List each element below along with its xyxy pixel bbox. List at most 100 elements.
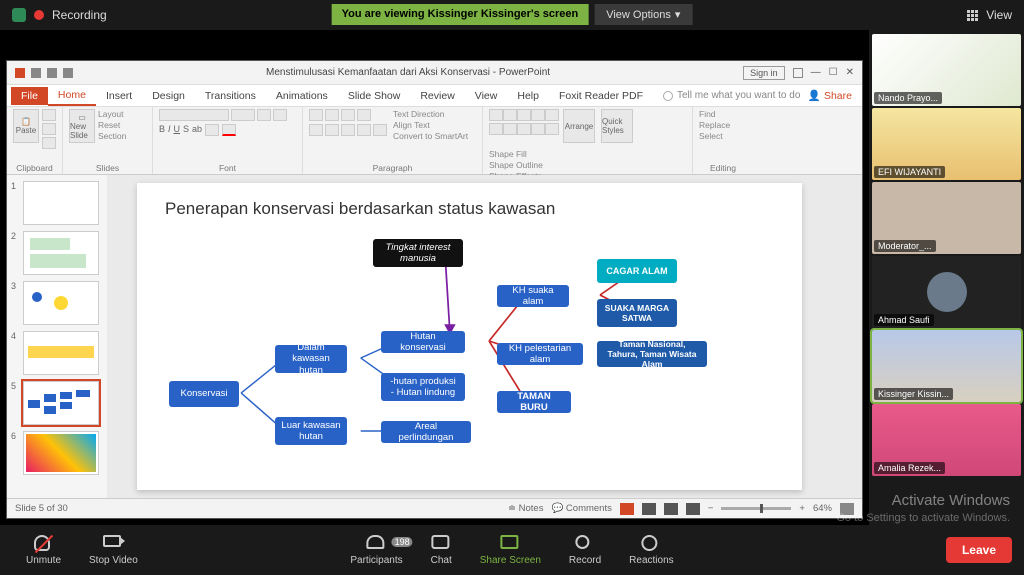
chat-button[interactable]: Chat — [417, 535, 466, 566]
strike-icon[interactable]: S — [183, 124, 189, 136]
bold-icon[interactable]: B — [159, 124, 165, 136]
slideshow-view-icon[interactable] — [686, 503, 700, 515]
slide-content[interactable]: Penerapan konservasi berdasarkan status … — [137, 183, 802, 490]
maximize-icon[interactable]: ☐ — [829, 67, 838, 78]
font-size-select[interactable] — [231, 109, 255, 121]
tab-foxit[interactable]: Foxit Reader PDF — [549, 87, 653, 105]
paste-button[interactable]: 📋Paste — [13, 109, 39, 143]
undo-icon[interactable] — [31, 68, 41, 78]
indent-inc-icon[interactable] — [357, 109, 371, 121]
save-icon[interactable] — [15, 68, 25, 78]
quick-styles-button[interactable]: Quick Styles — [601, 109, 633, 143]
shape-outline-button[interactable]: Shape Outline — [489, 160, 543, 170]
format-painter-icon[interactable] — [42, 137, 56, 149]
zoom-level[interactable]: 64% — [813, 503, 832, 514]
notes-button[interactable]: ≐ Notes — [508, 503, 543, 514]
text-direction-button[interactable]: Text Direction — [393, 109, 468, 119]
justify-icon[interactable] — [357, 124, 371, 136]
italic-icon[interactable]: I — [168, 124, 171, 136]
close-icon[interactable]: ✕ — [846, 67, 854, 78]
participants-sidebar[interactable]: Nando Prayo... EFI WIJAYANTI Moderator_.… — [869, 30, 1024, 525]
thumb-6[interactable]: 6 — [11, 431, 103, 475]
share-screen-button[interactable]: Share Screen — [466, 535, 555, 566]
zoom-out-icon[interactable]: − — [708, 503, 714, 514]
tab-help[interactable]: Help — [507, 87, 549, 105]
font-family-select[interactable] — [159, 109, 229, 121]
ribbon-options-icon[interactable] — [793, 68, 803, 78]
tab-view[interactable]: View — [465, 87, 508, 105]
font-color-icon[interactable] — [222, 124, 236, 136]
participant-tile[interactable]: Moderator_... — [872, 182, 1021, 254]
smartart-button[interactable]: Convert to SmartArt — [393, 131, 468, 141]
participant-tile[interactable]: EFI WIJAYANTI — [872, 108, 1021, 180]
arrange-button[interactable]: Arrange — [563, 109, 595, 143]
stop-video-button[interactable]: Stop Video — [75, 525, 152, 575]
redo-icon[interactable] — [47, 68, 57, 78]
slide-canvas[interactable]: Penerapan konservasi berdasarkan status … — [107, 175, 862, 498]
bullets-icon[interactable] — [309, 109, 323, 121]
participants-button[interactable]: 198 Participants — [336, 535, 416, 566]
shapes-gallery[interactable] — [489, 109, 557, 135]
thumb-1[interactable]: 1 — [11, 181, 103, 225]
thumb-3[interactable]: 3 — [11, 281, 103, 325]
encryption-shield-icon[interactable] — [12, 8, 26, 22]
tab-transitions[interactable]: Transitions — [195, 87, 266, 105]
reactions-button[interactable]: Reactions — [615, 535, 687, 566]
participant-tile[interactable]: Amalia Rezek... — [872, 404, 1021, 476]
decrease-font-icon[interactable] — [273, 109, 287, 121]
record-button[interactable]: Record — [555, 535, 615, 566]
tab-slideshow[interactable]: Slide Show — [338, 87, 411, 105]
participant-tile[interactable]: Nando Prayo... — [872, 34, 1021, 106]
sorter-view-icon[interactable] — [642, 503, 656, 515]
copy-icon[interactable] — [42, 123, 56, 135]
tab-animations[interactable]: Animations — [266, 87, 338, 105]
underline-icon[interactable]: U — [174, 124, 181, 136]
align-center-icon[interactable] — [325, 124, 339, 136]
participant-tile[interactable]: Ahmad Saufi — [872, 256, 1021, 328]
tab-insert[interactable]: Insert — [96, 87, 142, 105]
fit-to-window-icon[interactable] — [840, 503, 854, 515]
indent-dec-icon[interactable] — [341, 109, 355, 121]
minimize-icon[interactable]: — — [811, 67, 821, 78]
layout-button[interactable]: Layout — [98, 109, 126, 119]
view-label[interactable]: View — [986, 8, 1012, 22]
align-right-icon[interactable] — [341, 124, 355, 136]
cut-icon[interactable] — [42, 109, 56, 121]
line-spacing-icon[interactable] — [373, 124, 387, 136]
slide-thumbnails-pane[interactable]: 1 2 3 4 5 6 — [7, 175, 107, 498]
start-from-beginning-icon[interactable] — [63, 68, 73, 78]
new-slide-button[interactable]: ▭New Slide — [69, 109, 95, 143]
find-button[interactable]: Find — [699, 109, 716, 119]
increase-font-icon[interactable] — [257, 109, 271, 121]
zoom-in-icon[interactable]: + — [799, 503, 805, 514]
tab-review[interactable]: Review — [410, 87, 464, 105]
participant-tile-speaking[interactable]: Kissinger Kissin... — [872, 330, 1021, 402]
shadow-icon[interactable]: ab — [192, 124, 202, 136]
tab-file[interactable]: File — [11, 87, 48, 105]
section-button[interactable]: Section — [98, 131, 126, 141]
comments-button[interactable]: 💬 Comments — [551, 503, 611, 514]
zoom-slider[interactable] — [721, 507, 791, 510]
align-text-button[interactable]: Align Text — [393, 120, 468, 130]
unmute-button[interactable]: Unmute — [12, 525, 75, 575]
tell-me-search[interactable]: Tell me what you want to do — [663, 90, 800, 101]
tab-home[interactable]: Home — [48, 86, 96, 106]
quick-access-toolbar[interactable] — [15, 68, 73, 78]
thumb-2[interactable]: 2 — [11, 231, 103, 275]
share-button[interactable]: 👤 Share — [808, 89, 858, 102]
thumb-4[interactable]: 4 — [11, 331, 103, 375]
replace-button[interactable]: Replace — [699, 120, 730, 130]
tab-design[interactable]: Design — [142, 87, 195, 105]
select-button[interactable]: Select — [699, 131, 723, 141]
gallery-view-icon[interactable] — [967, 10, 978, 21]
leave-button[interactable]: Leave — [946, 537, 1012, 563]
sign-in-button[interactable]: Sign in — [743, 66, 785, 80]
normal-view-icon[interactable] — [620, 503, 634, 515]
char-spacing-icon[interactable] — [205, 124, 219, 136]
reset-button[interactable]: Reset — [98, 120, 126, 130]
thumb-5[interactable]: 5 — [11, 381, 103, 425]
reading-view-icon[interactable] — [664, 503, 678, 515]
shape-fill-button[interactable]: Shape Fill — [489, 149, 543, 159]
numbering-icon[interactable] — [325, 109, 339, 121]
view-options-button[interactable]: View Options ▾ — [594, 4, 692, 25]
